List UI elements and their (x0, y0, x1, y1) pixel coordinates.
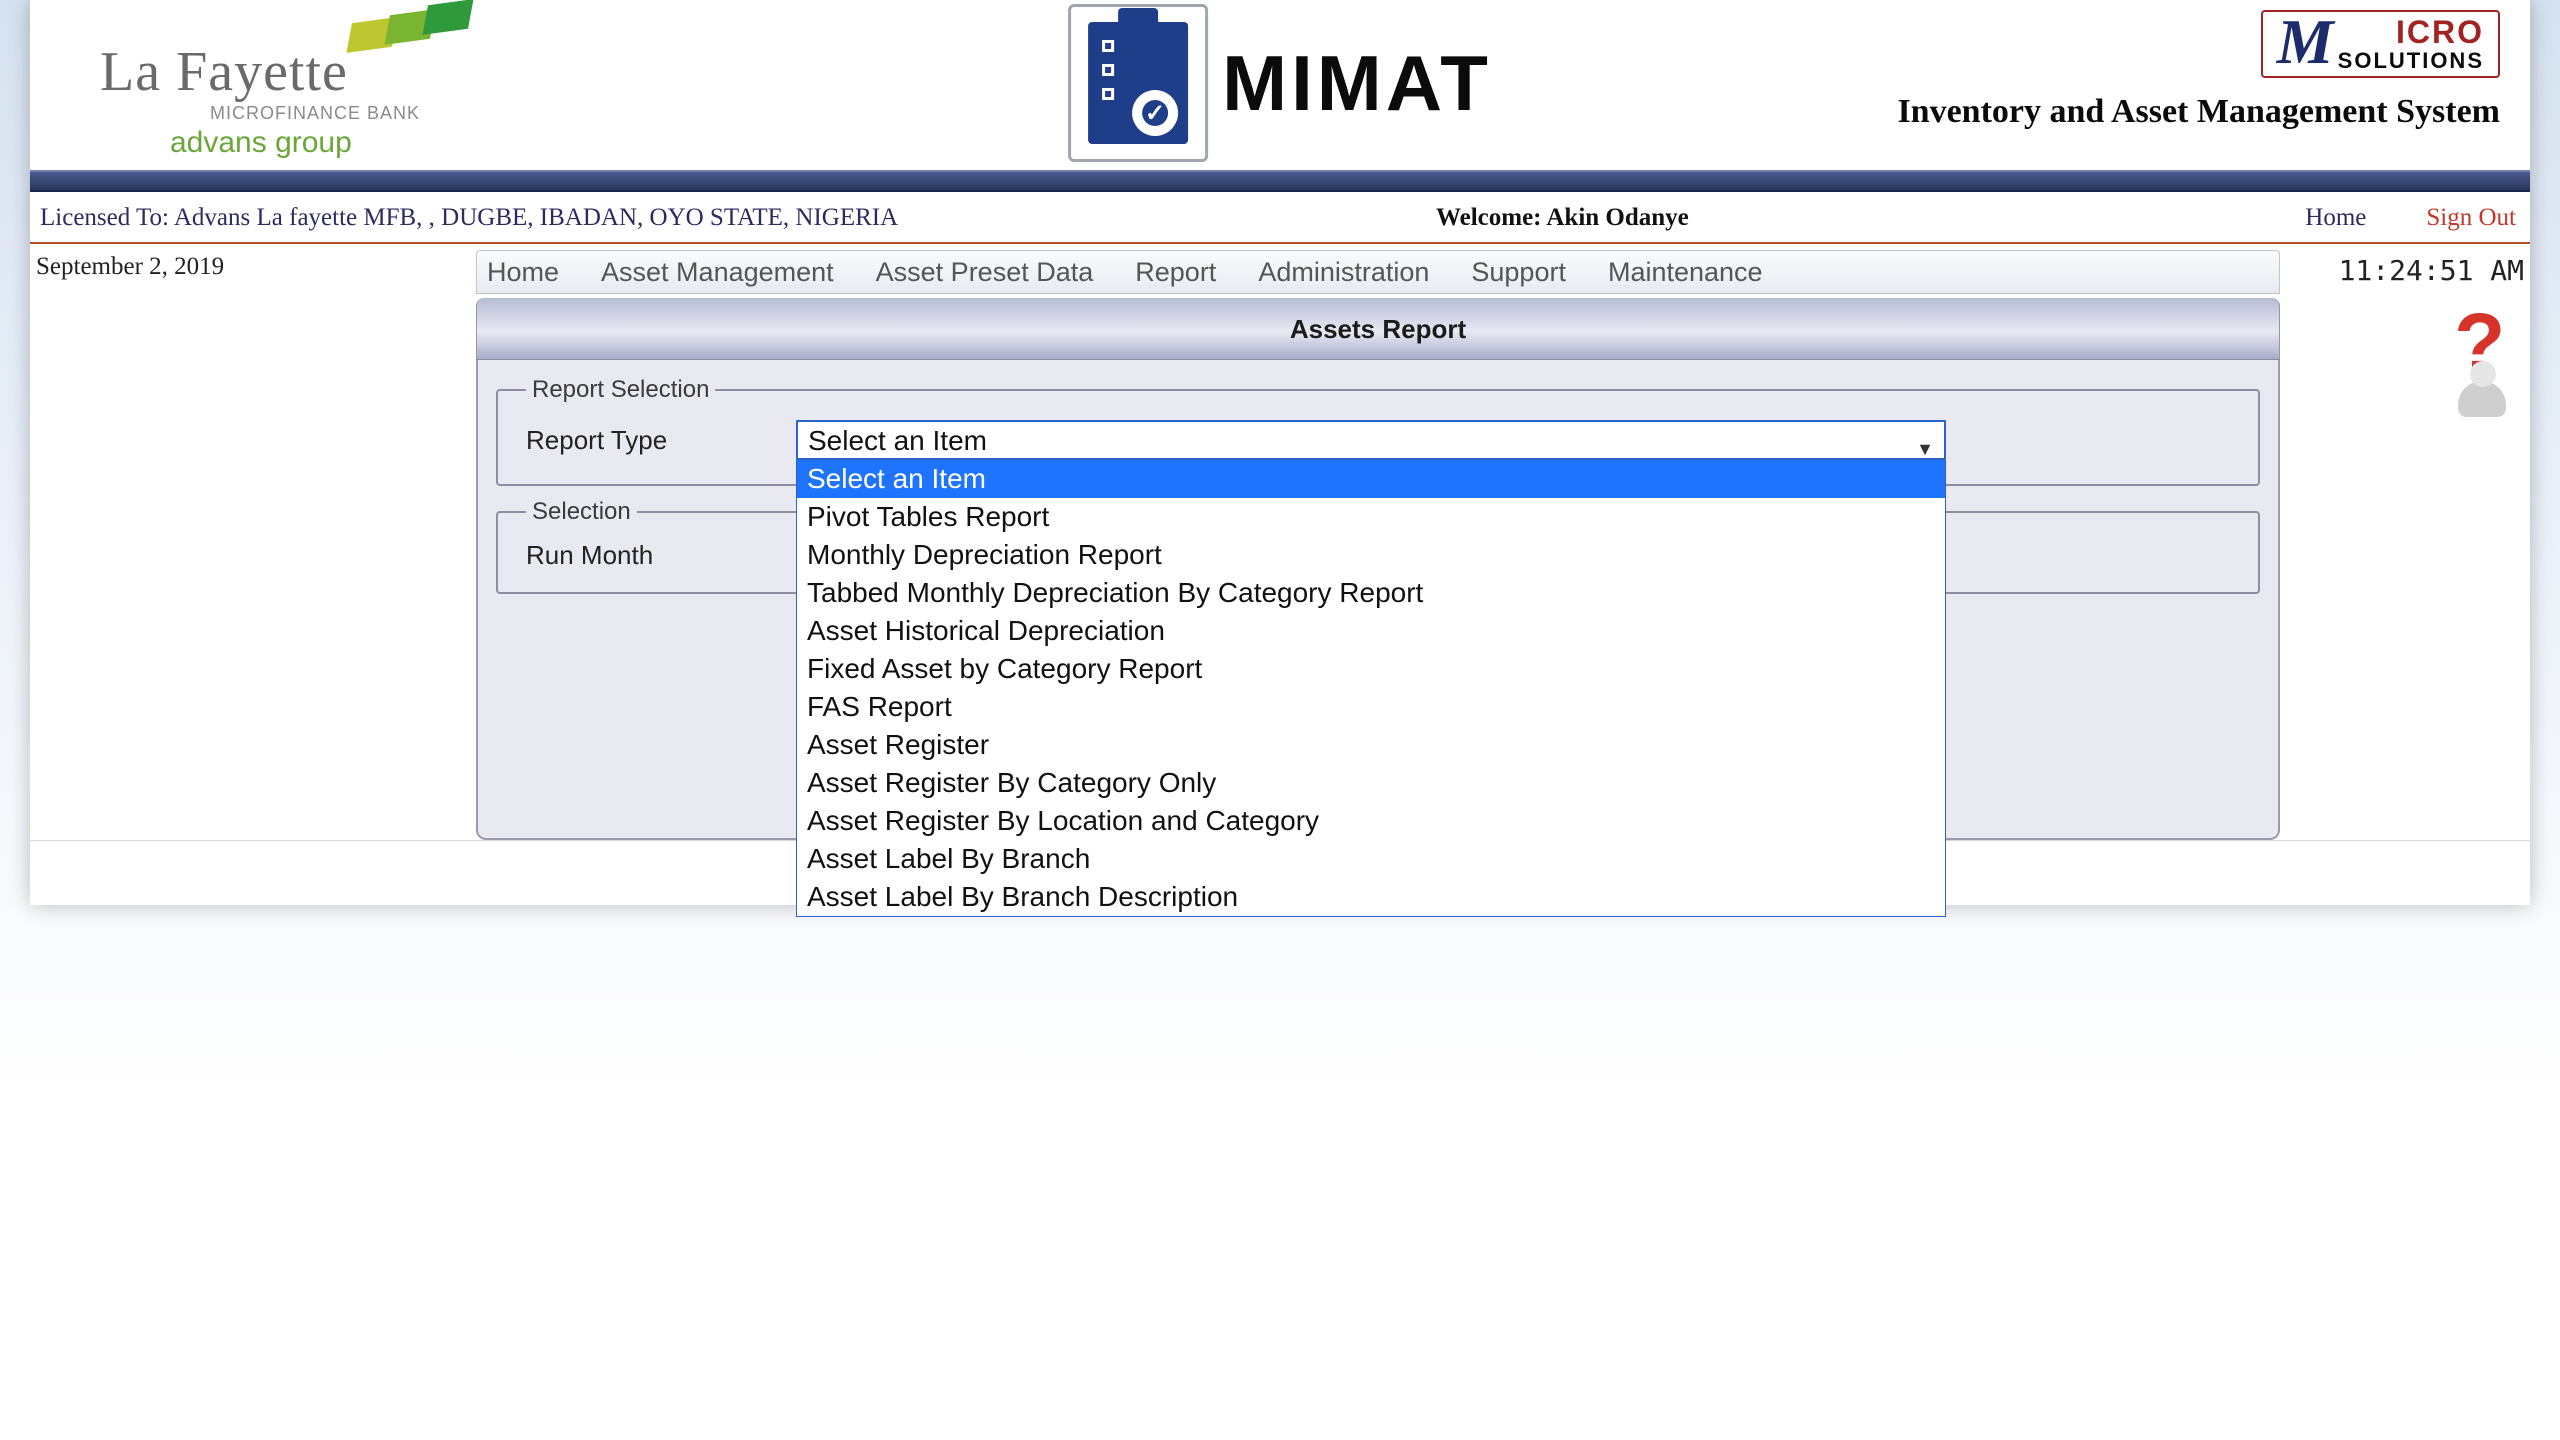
header-band: La Fayette MICROFINANCE BANK advans grou… (30, 0, 2530, 170)
sign-out-link[interactable]: Sign Out (2426, 205, 2516, 230)
microsolutions-badge: M ICRO SOLUTIONS (2261, 10, 2500, 78)
report-selection-group: Report Selection Report Type Select an I… (496, 378, 2260, 486)
micro-icro: ICRO (2338, 16, 2484, 48)
chevrons-icon (350, 6, 480, 56)
micro-solutions: SOLUTIONS (2338, 50, 2484, 72)
mimat-title: MIMAT (1222, 44, 1492, 122)
current-date: September 2, 2019 (36, 254, 476, 279)
header-divider (30, 170, 2530, 192)
option-monthly-depreciation[interactable]: Monthly Depreciation Report (797, 536, 1945, 574)
nav-support[interactable]: Support (1471, 259, 1566, 286)
report-type-select[interactable]: Select an Item ▼ (796, 420, 1946, 460)
option-register-category[interactable]: Asset Register By Category Only (797, 764, 1945, 802)
home-link[interactable]: Home (2305, 205, 2366, 230)
nav-report[interactable]: Report (1135, 259, 1216, 286)
option-historical-dep[interactable]: Asset Historical Depreciation (797, 612, 1945, 650)
m-glyph-icon: M (2277, 16, 2334, 67)
microfinance-text: MICROFINANCE BANK (210, 104, 500, 122)
option-fixed-asset-category[interactable]: Fixed Asset by Category Report (797, 650, 1945, 688)
report-selection-legend: Report Selection (526, 378, 715, 402)
option-register-location[interactable]: Asset Register By Location and Category (797, 802, 1945, 840)
option-fas-report[interactable]: FAS Report (797, 688, 1945, 726)
welcome-user: Welcome: Akin Odanye (1436, 205, 2196, 230)
run-month-label: Run Month (516, 542, 796, 568)
nav-maintenance[interactable]: Maintenance (1608, 259, 1763, 286)
clock: 11:24:51 AM (2280, 254, 2524, 287)
selection-legend: Selection (526, 500, 637, 524)
system-tagline: Inventory and Asset Management System (1897, 92, 2500, 133)
clipboard-icon: ✓ (1068, 4, 1208, 162)
advans-text: advans group (170, 128, 500, 158)
panel-title: Assets Report (476, 298, 2280, 360)
info-bar: Licensed To: Advans La fayette MFB, , DU… (30, 192, 2530, 244)
option-label-branch[interactable]: Asset Label By Branch (797, 840, 1945, 878)
main-nav: Home Asset Management Asset Preset Data … (476, 250, 2280, 294)
logo-mimat: ✓ MIMAT (1068, 4, 1492, 162)
report-type-dropdown: Select an Item Pivot Tables Report Month… (796, 460, 1946, 917)
nav-home[interactable]: Home (487, 259, 559, 286)
option-asset-register[interactable]: Asset Register (797, 726, 1945, 764)
option-pivot-tables[interactable]: Pivot Tables Report (797, 498, 1945, 536)
report-type-label: Report Type (516, 427, 796, 453)
option-select-item[interactable]: Select an Item (797, 460, 1945, 498)
nav-administration[interactable]: Administration (1258, 259, 1429, 286)
option-tabbed-depreciation[interactable]: Tabbed Monthly Depreciation By Category … (797, 574, 1945, 612)
report-type-value: Select an Item (808, 425, 987, 456)
nav-asset-mgmt[interactable]: Asset Management (601, 259, 834, 286)
panel-body: Report Selection Report Type Select an I… (476, 360, 2280, 840)
licensed-to: Licensed To: Advans La fayette MFB, , DU… (36, 205, 1436, 230)
nav-asset-preset[interactable]: Asset Preset Data (876, 259, 1094, 286)
option-label-branch-desc[interactable]: Asset Label By Branch Description (797, 878, 1945, 916)
logo-lafayette: La Fayette MICROFINANCE BANK advans grou… (100, 10, 500, 158)
help-icon[interactable]: ? (2444, 307, 2524, 417)
logo-microsolutions: M ICRO SOLUTIONS Inventory and Asset Man… (1897, 10, 2500, 133)
